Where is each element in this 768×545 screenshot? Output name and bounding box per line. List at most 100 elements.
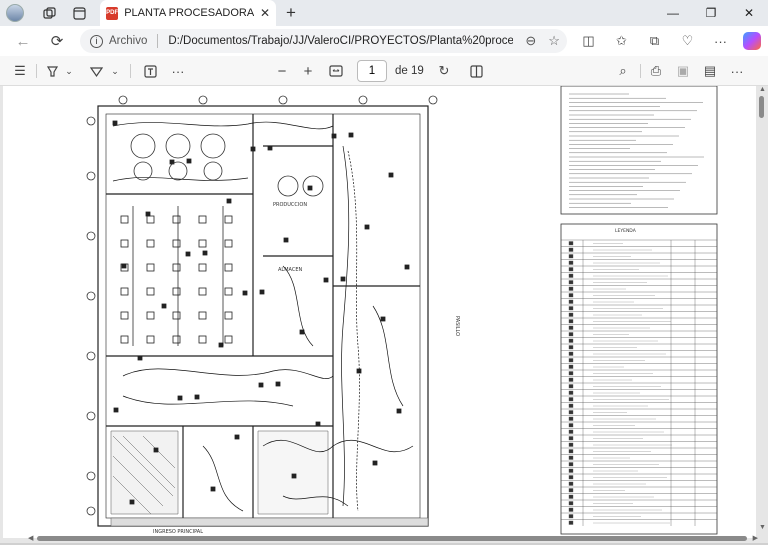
- draw-dropdown-icon[interactable]: ⌄: [109, 56, 121, 86]
- address-url[interactable]: D:/Documentos/Trabajo/JJ/ValeroCI/PROYEC…: [168, 35, 513, 47]
- light-fixture-symbol: [146, 263, 155, 272]
- horizontal-scrollbar[interactable]: ◀ ▶: [0, 533, 768, 543]
- outlet-symbol: [113, 407, 119, 413]
- scroll-up-icon[interactable]: ▲: [759, 86, 766, 93]
- legend-symbol: [568, 293, 574, 298]
- split-screen-icon[interactable]: ◫: [572, 33, 605, 49]
- new-tab-button[interactable]: +: [286, 3, 296, 23]
- workspaces-icon[interactable]: [38, 2, 60, 24]
- find-icon[interactable]: ⌕: [613, 56, 633, 86]
- back-button[interactable]: ←: [8, 27, 38, 55]
- fit-to-page-icon[interactable]: [326, 56, 346, 86]
- light-fixture-symbol: [198, 287, 207, 296]
- legend-symbol: [568, 280, 574, 285]
- light-fixture-symbol: [198, 335, 207, 344]
- site-info-icon[interactable]: i: [90, 34, 103, 48]
- favorite-star-icon[interactable]: ☆: [548, 33, 560, 49]
- tab-actions-icon[interactable]: [68, 2, 90, 24]
- more-menu-icon[interactable]: ···: [704, 34, 737, 49]
- highlight-icon[interactable]: [42, 56, 62, 86]
- refresh-button[interactable]: ⟳: [42, 27, 72, 55]
- outlet-symbol: [331, 133, 337, 139]
- zoom-in-button[interactable]: +: [298, 56, 318, 86]
- light-fixture-symbol: [172, 287, 181, 296]
- legend-symbol: [568, 442, 574, 447]
- outlet-symbol: [137, 355, 143, 361]
- page-view-icon[interactable]: [466, 56, 486, 86]
- outlet-symbol: [396, 408, 402, 414]
- browser-essentials-icon[interactable]: ♡: [671, 33, 704, 49]
- legend-symbol: [568, 345, 574, 350]
- outlet-symbol: [202, 250, 208, 256]
- toolbar-divider: [130, 64, 131, 78]
- print-icon[interactable]: ⎙: [646, 56, 666, 86]
- scroll-down-icon[interactable]: ▼: [759, 524, 766, 531]
- legend-symbol: [568, 299, 574, 304]
- light-fixture-symbol: [198, 239, 207, 248]
- tab-active[interactable]: PDF PLANTA PROCESADORA DE LICOR ✕: [100, 0, 276, 26]
- pdf-more-icon[interactable]: ···: [727, 56, 747, 86]
- address-scheme-label: Archivo: [109, 35, 148, 47]
- legend-symbol: [568, 377, 574, 382]
- legend-symbol: [568, 488, 574, 493]
- save-as-icon[interactable]: ▤: [700, 56, 720, 86]
- browser-window: PDF PLANTA PROCESADORA DE LICOR ✕ + — ❐ …: [0, 0, 768, 545]
- legend-symbol: [568, 520, 574, 525]
- draw-icon[interactable]: [86, 56, 106, 86]
- zoom-out-button[interactable]: −: [272, 56, 292, 86]
- legend-symbol: [568, 390, 574, 395]
- copilot-icon[interactable]: [743, 32, 761, 50]
- light-fixture-symbol: [146, 335, 155, 344]
- light-fixture-symbol: [120, 311, 129, 320]
- legend-symbol: [568, 475, 574, 480]
- light-fixture-symbol: [120, 215, 129, 224]
- outlet-symbol: [161, 303, 167, 309]
- tab-close-icon[interactable]: ✕: [260, 6, 270, 20]
- legend-symbol: [568, 260, 574, 265]
- more-tools-icon[interactable]: ···: [168, 56, 188, 86]
- legend-symbol: [568, 462, 574, 467]
- document-viewport[interactable]: PRODUCCION ALMACEN PASILLO INGRESO PRINC…: [0, 86, 768, 545]
- light-fixture-symbol: [172, 263, 181, 272]
- outlet-symbol: [364, 224, 370, 230]
- light-fixture-symbol: [198, 263, 207, 272]
- save-icon[interactable]: ▣: [673, 56, 693, 86]
- outlet-symbol: [145, 211, 151, 217]
- drawing-room-label: PRODUCCION: [273, 202, 307, 208]
- page-number-input[interactable]: 1: [357, 60, 387, 82]
- highlight-dropdown-icon[interactable]: ⌄: [63, 56, 75, 86]
- horizontal-scroll-thumb[interactable]: [37, 536, 747, 541]
- maximize-button[interactable]: ❐: [692, 0, 730, 26]
- light-fixture-symbol: [172, 311, 181, 320]
- legend-symbol: [568, 507, 574, 512]
- outlet-symbol: [112, 120, 118, 126]
- scroll-left-icon[interactable]: ◀: [28, 534, 33, 542]
- collections-icon[interactable]: ⧉: [638, 33, 671, 49]
- legend-symbol: [568, 501, 574, 506]
- zoom-icon[interactable]: ⊖: [525, 33, 536, 49]
- table-of-contents-icon[interactable]: ☰: [10, 56, 30, 86]
- text-box-icon[interactable]: [140, 56, 160, 86]
- light-fixture-symbol: [120, 239, 129, 248]
- rotate-icon[interactable]: ↻: [434, 56, 454, 86]
- vertical-scroll-thumb[interactable]: [759, 96, 764, 118]
- close-window-button[interactable]: ✕: [730, 0, 768, 26]
- light-fixture-symbol: [224, 239, 233, 248]
- outlet-symbol: [194, 394, 200, 400]
- outlet-symbol: [380, 316, 386, 322]
- address-bar[interactable]: i Archivo D:/Documentos/Trabajo/JJ/Valer…: [80, 29, 567, 53]
- light-fixture-symbol: [120, 335, 129, 344]
- page-total: de 19: [395, 65, 424, 77]
- scroll-right-icon[interactable]: ▶: [753, 534, 758, 542]
- light-fixture-symbol: [146, 215, 155, 224]
- light-fixture-symbol: [224, 263, 233, 272]
- profile-avatar[interactable]: [6, 4, 24, 22]
- outlet-symbol: [388, 172, 394, 178]
- legend-symbol: [568, 364, 574, 369]
- pdf-toolbar: ☰ ⌄ ⌄ ··· − + 1 de 19 ↻ ⌕ ⎙ ▣ ▤ ···: [0, 56, 768, 86]
- minimize-button[interactable]: —: [654, 0, 692, 26]
- legend-symbol: [568, 384, 574, 389]
- legend-symbol: [568, 254, 574, 259]
- favorites-icon[interactable]: ✩: [605, 33, 638, 49]
- vertical-scrollbar[interactable]: ▲ ▼: [758, 86, 766, 545]
